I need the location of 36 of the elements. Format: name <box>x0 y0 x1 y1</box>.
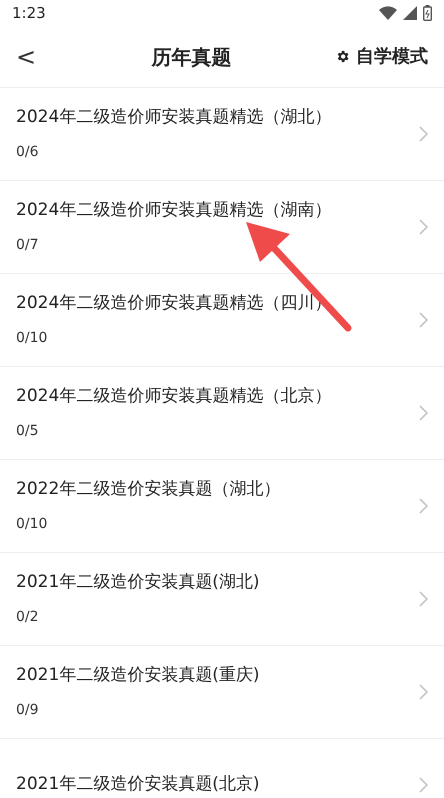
chevron-right-icon <box>419 777 428 793</box>
battery-icon <box>423 5 432 21</box>
progress-count: 0/5 <box>16 422 40 442</box>
chevron-right-icon <box>419 126 428 142</box>
progress-count: 0/9 <box>16 701 40 720</box>
progress-count: 0/2 <box>16 608 40 628</box>
settings-icon <box>335 49 350 64</box>
wifi-icon <box>379 6 397 20</box>
chevron-right-icon <box>419 591 428 607</box>
exam-title: 2021年二级造价安装真题(北京) <box>16 773 260 796</box>
exam-title: 2024年二级造价师安装真题精选（湖北） <box>16 106 332 129</box>
exam-title: 2021年二级造价安装真题(湖北) <box>16 570 260 594</box>
exam-list-item[interactable]: 2024年二级造价师安装真题精选（北京） 0/5 <box>0 367 444 460</box>
exam-title: 2022年二级造价安装真题（湖北） <box>16 478 280 501</box>
back-button[interactable]: < <box>16 38 48 74</box>
chevron-right-icon <box>419 219 428 235</box>
exam-title: 2024年二级造价师安装真题精选（湖南） <box>16 198 332 222</box>
page-title: 历年真题 <box>152 44 232 70</box>
exam-list-item[interactable]: 2021年二级造价安装真题(北京) <box>0 739 444 798</box>
status-time: 1:23 <box>12 2 46 24</box>
exam-title: 2021年二级造价安装真题(重庆) <box>16 664 260 687</box>
exam-list-item[interactable]: 2022年二级造价安装真题（湖北） 0/10 <box>0 460 444 553</box>
signal-icon <box>403 6 417 20</box>
chevron-right-icon <box>419 312 428 328</box>
chevron-right-icon <box>419 498 428 514</box>
progress-count: 0/7 <box>16 236 40 256</box>
chevron-right-icon <box>419 405 428 421</box>
progress-count: 0/10 <box>16 329 48 348</box>
exam-list-item[interactable]: 2024年二级造价师安装真题精选（湖北） 0/6 <box>0 88 444 181</box>
self-study-mode-button[interactable]: 自学模式 <box>335 43 428 70</box>
exam-list-item[interactable]: 2021年二级造价安装真题(湖北) 0/2 <box>0 553 444 646</box>
exam-list-item[interactable]: 2021年二级造价安装真题(重庆) 0/9 <box>0 646 444 739</box>
progress-count: 0/10 <box>16 515 48 534</box>
progress-count: 0/6 <box>16 143 40 162</box>
chevron-right-icon <box>419 684 428 700</box>
exam-title: 2024年二级造价师安装真题精选（北京） <box>16 384 332 408</box>
